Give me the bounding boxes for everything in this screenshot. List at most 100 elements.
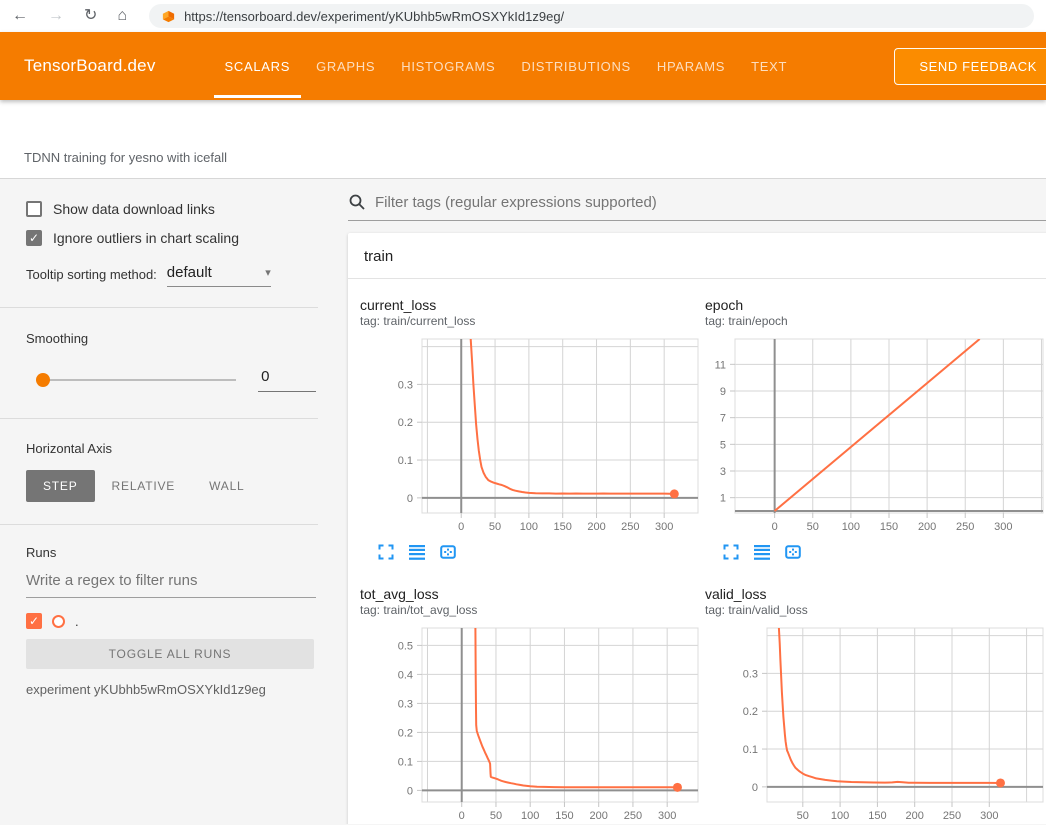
browser-home-icon[interactable]: ⌂ [117,8,127,24]
svg-text:250: 250 [943,810,961,822]
svg-text:50: 50 [807,521,819,533]
browser-toolbar: ← → ↻ ⌂ https://tensorboard.dev/experime… [0,0,1046,32]
run-checkbox[interactable]: ✓ [26,613,42,629]
settings-sidebar: Show data download links ✓ Ignore outlie… [0,179,316,824]
nav-tabs: SCALARS GRAPHS HISTOGRAMS DISTRIBUTIONS … [212,32,801,100]
tab-graphs[interactable]: GRAPHS [303,32,388,100]
log-scale-icon[interactable] [409,544,425,560]
svg-text:0.1: 0.1 [398,756,413,768]
svg-text:0.1: 0.1 [743,744,758,756]
log-scale-icon[interactable] [754,544,770,560]
chart-card-valid_loss: valid_losstag: train/valid_loss501001502… [705,586,1045,824]
svg-text:11: 11 [715,359,726,371]
tab-distributions[interactable]: DISTRIBUTIONS [508,32,644,100]
tab-hparams[interactable]: HPARAMS [644,32,738,100]
tooltip-sorting-value: default [167,264,212,281]
svg-text:150: 150 [555,810,573,822]
svg-text:200: 200 [587,521,605,533]
svg-text:100: 100 [842,521,860,533]
experiment-id-line: experiment yKUbhb5wRmOSXYkId1z9eg [26,682,316,697]
brand-logo[interactable]: TensorBoard.dev [24,56,156,76]
svg-text:0.4: 0.4 [398,669,413,681]
chart-title: valid_loss [705,586,1045,603]
svg-text:0.3: 0.3 [398,379,413,391]
svg-text:0.3: 0.3 [743,668,758,680]
svg-text:250: 250 [621,521,639,533]
runs-filter-input[interactable] [26,572,316,598]
svg-text:150: 150 [554,521,572,533]
svg-text:0.3: 0.3 [398,698,413,710]
chart-tag: tag: train/valid_loss [705,603,1045,618]
show-download-links-checkbox[interactable] [26,201,42,217]
show-download-links-row[interactable]: Show data download links [26,201,316,217]
tab-histograms[interactable]: HISTOGRAMS [388,32,508,100]
send-feedback-button[interactable]: SEND FEEDBACK [894,48,1046,85]
chart-card-tot_avg_loss: tot_avg_losstag: train/tot_avg_loss05010… [360,586,700,824]
fit-domain-icon[interactable] [440,544,456,560]
ignore-outliers-row[interactable]: ✓ Ignore outliers in chart scaling [26,230,316,246]
svg-text:150: 150 [880,521,898,533]
browser-forward-icon[interactable]: → [48,8,64,24]
url-text[interactable]: https://tensorboard.dev/experiment/yKUbh… [184,9,564,24]
svg-text:300: 300 [658,810,676,822]
axis-wall-button[interactable]: WALL [192,470,261,502]
axis-relative-button[interactable]: RELATIVE [95,470,193,502]
chart-plot-current_loss[interactable]: 05010015020025030000.10.20.3 [360,337,700,533]
svg-text:1: 1 [720,493,726,505]
expand-chart-icon[interactable] [723,544,739,560]
chart-card-epoch: epochtag: train/epoch0501001502002503001… [705,297,1045,560]
svg-text:0.2: 0.2 [398,727,413,739]
smoothing-value-input[interactable]: 0 [258,368,316,392]
scalars-dashboard: train current_losstag: train/current_los… [316,179,1046,824]
tag-filter-input[interactable] [375,194,1046,211]
tooltip-sorting-select[interactable]: default ▾ [167,264,271,287]
ignore-outliers-label: Ignore outliers in chart scaling [53,230,239,246]
smoothing-slider[interactable] [38,379,236,381]
horizontal-axis-label: Horizontal Axis [26,441,316,456]
chart-plot-tot_avg_loss[interactable]: 05010015020025030000.10.20.30.40.5 [360,626,700,822]
svg-text:0: 0 [772,521,778,533]
tab-text[interactable]: TEXT [738,32,800,100]
svg-text:0: 0 [459,810,465,822]
ignore-outliers-checkbox[interactable]: ✓ [26,230,42,246]
browser-back-icon[interactable]: ← [12,8,28,24]
app-header: TensorBoard.dev SCALARS GRAPHS HISTOGRAM… [0,32,1046,100]
tab-scalars[interactable]: SCALARS [212,32,304,100]
svg-text:100: 100 [520,521,538,533]
browser-reload-icon[interactable]: ↻ [84,8,97,24]
svg-text:300: 300 [980,810,998,822]
chart-title: tot_avg_loss [360,586,700,603]
chart-actions [723,544,1045,560]
runs-label: Runs [26,545,316,560]
check-icon: ✓ [29,232,39,244]
chart-plot-valid_loss[interactable]: 5010015020025030000.10.20.3 [705,626,1045,822]
smoothing-label: Smoothing [26,331,316,346]
svg-text:50: 50 [797,810,809,822]
svg-text:300: 300 [994,521,1012,533]
svg-text:0.1: 0.1 [398,455,413,467]
train-group-header[interactable]: train [348,233,1046,279]
svg-text:0: 0 [458,521,464,533]
svg-text:250: 250 [624,810,642,822]
toggle-all-runs-button[interactable]: TOGGLE ALL RUNS [26,639,314,669]
svg-text:0.5: 0.5 [398,640,413,652]
address-bar[interactable]: https://tensorboard.dev/experiment/yKUbh… [149,4,1034,28]
svg-text:3: 3 [720,466,726,478]
chart-actions [378,544,700,560]
svg-text:0: 0 [407,493,413,505]
fit-domain-icon[interactable] [785,544,801,560]
svg-text:0: 0 [752,782,758,794]
run-row[interactable]: ✓ . [26,613,316,629]
axis-step-button[interactable]: STEP [26,470,95,502]
expand-chart-icon[interactable] [378,544,394,560]
chart-card-current_loss: current_losstag: train/current_loss05010… [360,297,700,560]
svg-text:50: 50 [490,810,502,822]
chevron-down-icon: ▾ [265,266,271,279]
svg-text:9: 9 [720,386,726,398]
svg-text:50: 50 [489,521,501,533]
svg-text:0.2: 0.2 [743,706,758,718]
show-download-links-label: Show data download links [53,201,215,217]
chart-plot-epoch[interactable]: 0501001502002503001357911 [705,337,1045,533]
smoothing-slider-thumb[interactable] [36,373,50,387]
svg-text:7: 7 [720,413,726,425]
